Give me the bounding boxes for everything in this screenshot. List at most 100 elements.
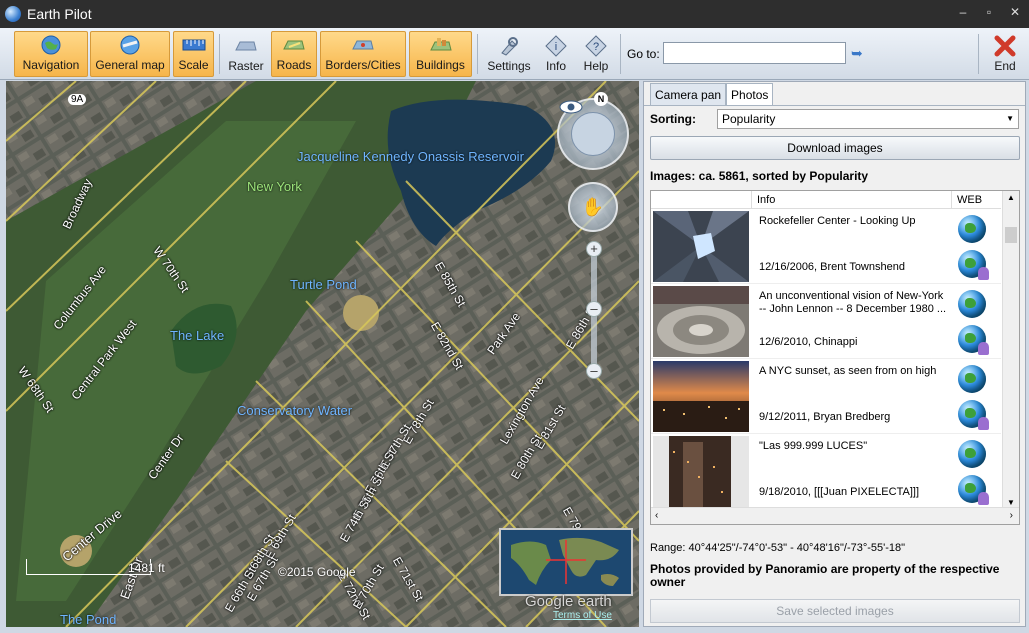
scale-button[interactable]: Scale bbox=[173, 31, 214, 77]
column-divider bbox=[951, 191, 952, 209]
end-label: End bbox=[994, 59, 1016, 73]
buildings-button[interactable]: Buildings bbox=[409, 31, 472, 77]
map-copyright: ©2015 Google bbox=[278, 565, 356, 579]
photo-meta: 12/16/2006, Brent Townshend bbox=[759, 261, 905, 273]
photo-row[interactable]: Rockefeller Center - Looking Up 12/16/20… bbox=[651, 209, 1001, 284]
photo-title: A NYC sunset, as seen from on high bbox=[759, 365, 937, 377]
download-images-button[interactable]: Download images bbox=[650, 136, 1020, 160]
route-marker: 9A bbox=[68, 94, 87, 105]
photo-thumbnail bbox=[653, 211, 749, 282]
terms-of-use-link[interactable]: Terms of Use bbox=[553, 610, 612, 621]
globe-icon bbox=[38, 34, 64, 56]
panoramio-note: Photos provided by Panoramio are propert… bbox=[650, 562, 1000, 589]
photo-meta: 9/18/2010, [[[Juan PIXELECTA]]] bbox=[759, 486, 919, 498]
svg-text:i: i bbox=[555, 41, 557, 53]
window-controls: – ▫ ✕ bbox=[957, 6, 1021, 18]
conservatory-label: Conservatory Water bbox=[237, 403, 353, 418]
photo-meta: 9/12/2011, Bryan Bredberg bbox=[759, 411, 891, 423]
photo-row[interactable]: A NYC sunset, as seen from on high 9/12/… bbox=[651, 359, 1001, 434]
photo-row[interactable]: "Las 999.999 LUCES" 9/18/2010, [[[Juan P… bbox=[651, 434, 1001, 509]
minimize-icon[interactable]: – bbox=[957, 6, 969, 18]
google-earth-logo: Google earth bbox=[525, 593, 612, 610]
app-globe-icon bbox=[5, 6, 21, 22]
hand-icon: ✋ bbox=[581, 196, 605, 217]
photo-title: "Las 999.999 LUCES" bbox=[759, 440, 868, 452]
map-view[interactable]: 9A Jacqueline Kennedy Onassis Reservoir … bbox=[6, 81, 639, 627]
zoom-in-icon[interactable]: + bbox=[586, 241, 602, 257]
raster-label: Raster bbox=[228, 59, 264, 73]
window-title: Earth Pilot bbox=[27, 6, 92, 22]
scroll-right-icon[interactable]: › bbox=[1010, 510, 1013, 521]
new-york-label: New York bbox=[247, 179, 302, 194]
map-globe-icon bbox=[117, 34, 143, 56]
info-button[interactable]: i Info bbox=[538, 31, 574, 77]
navigation-button[interactable]: Navigation bbox=[14, 31, 88, 77]
scroll-left-icon[interactable]: ‹ bbox=[655, 510, 658, 521]
end-button[interactable]: End bbox=[986, 31, 1024, 77]
user-globe-icon[interactable] bbox=[958, 250, 989, 280]
web-globe-icon[interactable] bbox=[958, 365, 986, 393]
roads-button[interactable]: Roads bbox=[271, 31, 317, 77]
web-globe-icon[interactable] bbox=[958, 440, 986, 468]
help-icon: ? bbox=[583, 35, 609, 57]
goto-input[interactable] bbox=[663, 42, 846, 64]
borders-icon bbox=[350, 34, 376, 56]
photos-panel: Camera pan Photos Sorting: Popularity ▼ … bbox=[643, 81, 1026, 627]
scroll-up-icon[interactable]: ▲ bbox=[1007, 193, 1015, 202]
maximize-icon[interactable]: ▫ bbox=[983, 6, 995, 18]
settings-button[interactable]: Settings bbox=[484, 31, 534, 77]
user-globe-icon[interactable] bbox=[958, 475, 989, 505]
reservoir-label: Jacqueline Kennedy Onassis Reservoir bbox=[297, 149, 524, 164]
scrollbar-thumb[interactable] bbox=[1005, 227, 1017, 243]
photo-row[interactable]: An unconventional vision of New-York -- … bbox=[651, 284, 1001, 359]
close-icon[interactable]: ✕ bbox=[1009, 6, 1021, 18]
photo-thumbnail bbox=[653, 436, 749, 507]
save-selected-images-button[interactable]: Save selected images bbox=[650, 599, 1020, 623]
goto-label: Go to: bbox=[627, 47, 660, 61]
web-globe-icon[interactable] bbox=[958, 215, 986, 243]
title-bar: Earth Pilot – ▫ ✕ bbox=[0, 0, 1029, 28]
info-icon: i bbox=[543, 35, 569, 57]
look-control[interactable] bbox=[557, 98, 629, 170]
toolbar-divider bbox=[477, 34, 478, 74]
user-globe-icon[interactable] bbox=[958, 325, 989, 355]
buildings-icon bbox=[428, 34, 454, 56]
sorting-label: Sorting: bbox=[650, 112, 696, 126]
compass-north-icon[interactable]: N bbox=[594, 92, 608, 106]
settings-icon bbox=[496, 35, 522, 57]
pan-control[interactable]: ✋ bbox=[568, 182, 618, 232]
grid-header: Info WEB bbox=[651, 191, 1001, 209]
range-text: Range: 40°44'25"/-74°0'-53" - 40°48'16"/… bbox=[650, 542, 906, 554]
goto-go-icon[interactable]: ➥ bbox=[851, 45, 865, 61]
help-label: Help bbox=[583, 59, 609, 73]
help-button[interactable]: ? Help bbox=[578, 31, 614, 77]
svg-text:?: ? bbox=[593, 41, 599, 53]
overview-minimap[interactable] bbox=[499, 528, 633, 596]
turtle-pond-label: Turtle Pond bbox=[290, 277, 357, 292]
panel-tabs: Camera pan Photos bbox=[650, 83, 774, 106]
sorting-value: Popularity bbox=[722, 112, 776, 126]
world-minimap-icon bbox=[501, 530, 631, 594]
borders-cities-label: Borders/Cities bbox=[325, 58, 401, 72]
zoom-out-icon[interactable]: – bbox=[586, 363, 602, 379]
general-map-button[interactable]: General map bbox=[90, 31, 170, 77]
photo-meta: 12/6/2010, Chinappi bbox=[759, 336, 858, 348]
web-globe-icon[interactable] bbox=[958, 290, 986, 318]
tab-photos[interactable]: Photos bbox=[726, 83, 774, 106]
scroll-down-icon[interactable]: ▼ bbox=[1007, 498, 1015, 507]
tab-camera-pan[interactable]: Camera pan bbox=[650, 83, 727, 105]
scale-label: Scale bbox=[178, 58, 209, 72]
raster-button[interactable]: Raster bbox=[224, 31, 268, 77]
info-column-header[interactable]: Info bbox=[757, 194, 775, 206]
ruler-icon bbox=[181, 34, 207, 56]
web-column-header[interactable]: WEB bbox=[957, 194, 982, 206]
zoom-thumb[interactable]: – bbox=[586, 301, 602, 317]
user-globe-icon[interactable] bbox=[958, 400, 989, 430]
toolbar: Navigation General map Scale Raster Road… bbox=[0, 28, 1029, 80]
borders-cities-button[interactable]: Borders/Cities bbox=[320, 31, 406, 77]
roads-icon bbox=[281, 34, 307, 56]
sorting-select[interactable]: Popularity ▼ bbox=[717, 109, 1019, 129]
horizontal-scrollbar[interactable]: ‹ › bbox=[651, 507, 1019, 524]
vertical-scrollbar[interactable]: ▲ ▼ bbox=[1002, 191, 1019, 509]
tab-divider bbox=[644, 105, 1025, 106]
